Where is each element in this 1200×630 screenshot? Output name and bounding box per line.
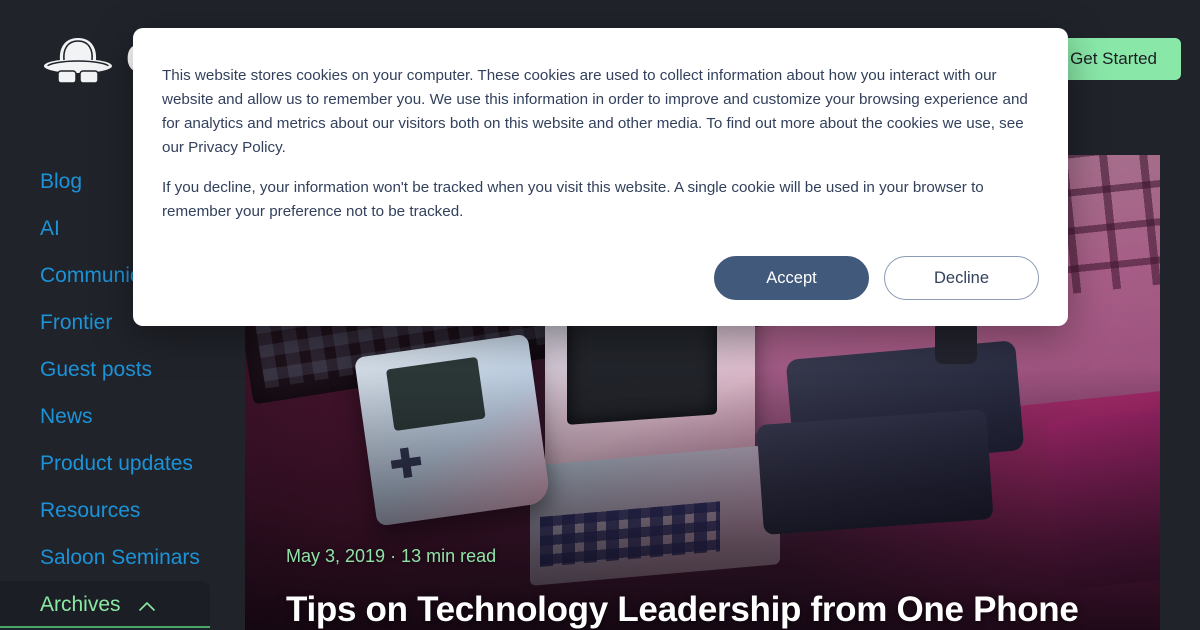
cookie-paragraph-1: This website stores cookies on your comp… — [162, 67, 1028, 156]
sidebar-item-saloon-seminars[interactable]: Saloon Seminars — [0, 534, 245, 581]
cookie-paragraph-2: If you decline, your information won't b… — [162, 179, 984, 220]
page-root: Cowboy Get Started Blog AI Communication… — [0, 0, 1200, 630]
sidebar-item-product-updates[interactable]: Product updates — [0, 440, 245, 487]
cookie-actions: Accept Decline — [162, 256, 1039, 300]
article-meta: May 3, 2019 · 13 min read — [286, 545, 497, 566]
chevron-up-icon — [138, 582, 156, 629]
sidebar-item-resources[interactable]: Resources — [0, 487, 245, 534]
sidebar-item-news[interactable]: News — [0, 393, 245, 440]
cookie-consent-banner: This website stores cookies on your comp… — [133, 28, 1068, 326]
hero-text-block: May 3, 2019 · 13 min read Tips on Techno… — [286, 546, 1120, 630]
cowboy-hat-glasses-icon — [40, 30, 116, 88]
decline-cookies-button[interactable]: Decline — [884, 256, 1039, 300]
sidebar-item-archives[interactable]: Archives — [0, 581, 210, 628]
sidebar-item-guest-posts[interactable]: Guest posts — [0, 346, 245, 393]
accept-cookies-button[interactable]: Accept — [714, 256, 869, 300]
article-title[interactable]: Tips on Technology Leadership from One P… — [286, 589, 1120, 630]
sidebar-item-label: Archives — [40, 593, 121, 616]
